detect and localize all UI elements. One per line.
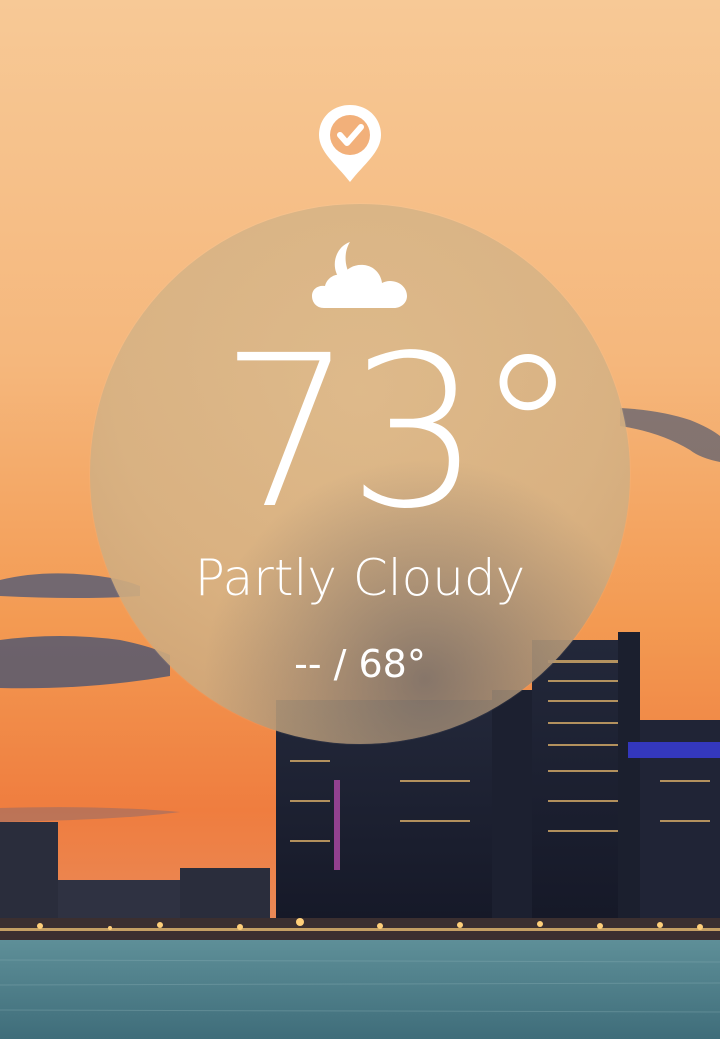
location-check-icon[interactable] [316,102,384,184]
high-low-temperature: -- / 68° [294,642,426,686]
current-temperature: 73° [220,310,580,555]
condition-label: Partly Cloudy [194,549,526,607]
weather-screen: 73° Partly Cloudy -- / 68° [0,0,720,1039]
partly-cloudy-night-icon [312,242,407,308]
